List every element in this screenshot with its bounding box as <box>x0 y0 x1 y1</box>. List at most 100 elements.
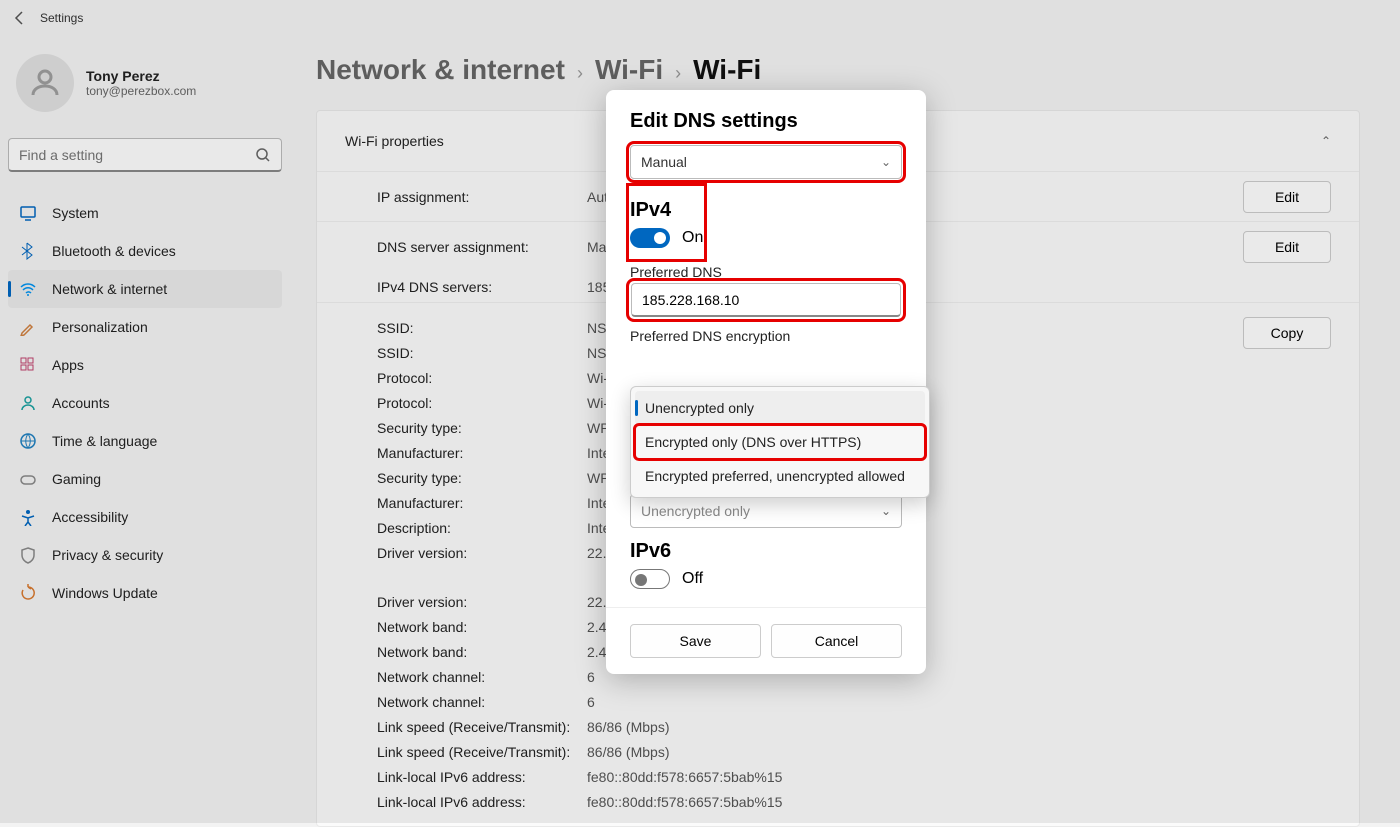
nav-label: Accessibility <box>52 509 128 525</box>
sidebar-item-apps[interactable]: Apps <box>8 346 282 384</box>
dns-mode-dropdown[interactable]: Manual ⌄ <box>630 145 902 179</box>
sidebar-item-accounts[interactable]: Accounts <box>8 384 282 422</box>
property-value: 86/86 (Mbps) <box>587 719 1331 735</box>
copy-button[interactable]: Copy <box>1243 317 1331 349</box>
ipv6-toggle-state: Off <box>682 570 703 588</box>
access-icon <box>18 507 38 527</box>
bluetooth-icon <box>18 241 38 261</box>
sidebar-item-windows-update[interactable]: Windows Update <box>8 574 282 612</box>
sidebar-item-bluetooth-devices[interactable]: Bluetooth & devices <box>8 232 282 270</box>
wifi-icon <box>18 279 38 299</box>
property-label: SSID: <box>377 345 587 361</box>
property-value: fe80::80dd:f578:6657:5bab%15 <box>587 769 1331 785</box>
cancel-button[interactable]: Cancel <box>771 624 902 658</box>
property-label: Network band: <box>377 644 587 660</box>
person-icon <box>18 393 38 413</box>
person-icon <box>27 65 63 101</box>
arrow-left-icon <box>12 10 28 26</box>
avatar <box>16 54 74 112</box>
nav-label: Time & language <box>52 433 157 449</box>
property-label: Driver version: <box>377 594 587 610</box>
sidebar-item-privacy-security[interactable]: Privacy & security <box>8 536 282 574</box>
card-title: Wi-Fi properties <box>345 133 444 149</box>
property-label: Link speed (Receive/Transmit): <box>377 719 587 735</box>
dns-mode-value: Manual <box>641 154 687 170</box>
property-label: Manufacturer: <box>377 495 587 511</box>
sidebar-item-accessibility[interactable]: Accessibility <box>8 498 282 536</box>
encryption-option-preferred[interactable]: Encrypted preferred, unencrypted allowed <box>635 459 925 493</box>
breadcrumb: Network & internet › Wi-Fi › Wi-Fi <box>316 54 1360 86</box>
save-button[interactable]: Save <box>630 624 761 658</box>
property-value: 6 <box>587 694 1331 710</box>
nav-label: Bluetooth & devices <box>52 243 176 259</box>
titlebar: Settings <box>0 0 1400 36</box>
chevron-right-icon: › <box>577 63 583 84</box>
sidebar-item-personalization[interactable]: Personalization <box>8 308 282 346</box>
edit-dns-button[interactable]: Edit <box>1243 231 1331 263</box>
property-row: Link-local IPv6 address:fe80::80dd:f578:… <box>317 764 1359 789</box>
modal-title: Edit DNS settings <box>630 110 902 133</box>
property-row: Link speed (Receive/Transmit):86/86 (Mbp… <box>317 739 1359 764</box>
preferred-dns-input[interactable] <box>631 283 901 317</box>
property-row: Network channel:6 <box>317 689 1359 714</box>
property-label: Description: <box>377 520 587 536</box>
property-label: Security type: <box>377 420 587 436</box>
shield-icon <box>18 545 38 565</box>
preferred-dns-encryption-label: Preferred DNS encryption <box>630 328 790 344</box>
property-label: Manufacturer: <box>377 445 587 461</box>
ipv4-toggle[interactable] <box>630 228 670 248</box>
edit-dns-modal: Edit DNS settings Manual ⌄ IPv4 On Prefe… <box>606 90 926 674</box>
brush-icon <box>18 317 38 337</box>
search-icon <box>255 147 271 163</box>
nav-label: Personalization <box>52 319 148 335</box>
chevron-right-icon: › <box>675 63 681 84</box>
sidebar-item-system[interactable]: System <box>8 194 282 232</box>
page-title: Wi-Fi <box>693 54 761 86</box>
sidebar-item-network-internet[interactable]: Network & internet <box>8 270 282 308</box>
nav-label: System <box>52 205 99 221</box>
edit-ip-button[interactable]: Edit <box>1243 181 1331 213</box>
update-icon <box>18 583 38 603</box>
nav-label: Accounts <box>52 395 110 411</box>
property-row: Link-local IPv6 address:fe80::80dd:f578:… <box>317 789 1359 814</box>
property-label: Security type: <box>377 470 587 486</box>
ipv6-toggle[interactable] <box>630 569 670 589</box>
property-label: Link-local IPv6 address: <box>377 794 587 810</box>
ipv4-heading: IPv4 <box>630 199 703 222</box>
profile-name: Tony Perez <box>86 68 196 84</box>
property-label: Network channel: <box>377 669 587 685</box>
globe-icon <box>18 431 38 451</box>
encryption-option-unencrypted[interactable]: Unencrypted only <box>635 391 925 425</box>
chevron-down-icon: ⌄ <box>881 504 891 518</box>
search-input[interactable] <box>19 147 255 163</box>
sidebar-item-gaming[interactable]: Gaming <box>8 460 282 498</box>
property-label: Link speed (Receive/Transmit): <box>377 744 587 760</box>
display-icon <box>18 203 38 223</box>
ip-assignment-label: IP assignment: <box>377 189 587 205</box>
preferred-dns-label: Preferred DNS <box>630 264 722 280</box>
dns-ipv4-label: IPv4 DNS servers: <box>377 279 587 295</box>
chevron-up-icon: ⌃ <box>1321 134 1331 148</box>
alternate-dns-encryption-dropdown[interactable]: Unencrypted only ⌄ <box>630 494 902 528</box>
app-title: Settings <box>40 11 83 25</box>
game-icon <box>18 469 38 489</box>
profile-block[interactable]: Tony Perez tony@perezbox.com <box>8 46 282 120</box>
property-value: 86/86 (Mbps) <box>587 744 1331 760</box>
property-label: SSID: <box>377 320 587 336</box>
nav-list: System Bluetooth & devices Network & inter… <box>8 194 282 612</box>
sidebar-item-time-language[interactable]: Time & language <box>8 422 282 460</box>
breadcrumb-network[interactable]: Network & internet <box>316 54 565 86</box>
search-box[interactable] <box>8 138 282 172</box>
ipv6-heading: IPv6 <box>630 540 902 563</box>
encryption-option-doh[interactable]: Encrypted only (DNS over HTTPS) <box>635 425 925 459</box>
nav-label: Windows Update <box>52 585 158 601</box>
alternate-dns-encryption-value: Unencrypted only <box>641 503 750 519</box>
property-row: Link speed (Receive/Transmit):86/86 (Mbp… <box>317 714 1359 739</box>
nav-label: Privacy & security <box>52 547 163 563</box>
apps-icon <box>18 355 38 375</box>
breadcrumb-wifi[interactable]: Wi-Fi <box>595 54 663 86</box>
nav-label: Network & internet <box>52 281 167 297</box>
property-label: Link-local IPv6 address: <box>377 769 587 785</box>
back-button[interactable] <box>8 6 32 30</box>
nav-label: Apps <box>52 357 84 373</box>
